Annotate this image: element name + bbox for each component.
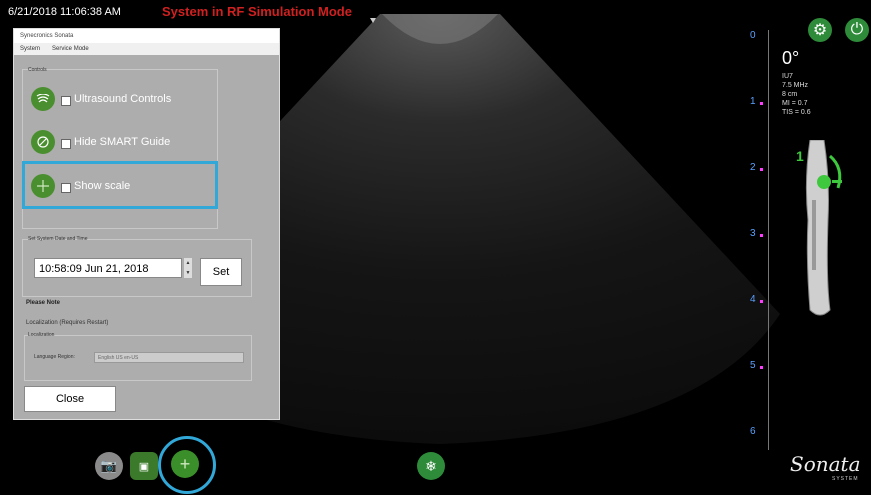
localization-note: Localization (Requires Restart): [26, 320, 109, 326]
localization-group-title: Localization: [28, 332, 55, 338]
depth-label: 4: [750, 294, 756, 305]
please-note-title: Please Note: [26, 300, 61, 306]
dialog-menubar: System Service Mode: [14, 43, 279, 55]
param-line: MI = 0.7: [782, 100, 808, 107]
ultrasound-controls-checkbox[interactable]: [61, 96, 71, 106]
probe-angle: 0°: [782, 48, 800, 68]
set-button[interactable]: Set: [200, 258, 242, 286]
depth-scale-axis: [768, 30, 769, 450]
gear-icon: ⚙: [812, 22, 828, 39]
depth-marker: [760, 102, 763, 105]
scale-icon: [31, 174, 55, 198]
datetime-field[interactable]: 10:58:09 Jun 21, 2018: [34, 258, 182, 278]
power-icon: ⏻: [850, 21, 864, 38]
show-scale-checkbox[interactable]: [61, 183, 71, 193]
gallery-button[interactable]: ▣: [130, 452, 158, 480]
close-button[interactable]: Close: [24, 386, 116, 412]
depth-label: 0: [750, 30, 756, 41]
language-label: Language Region:: [34, 354, 75, 360]
camera-icon: 📷: [100, 458, 118, 473]
ultrasound-controls-label: Ultrasound Controls: [74, 93, 172, 105]
settings-dialog: Synecronics Sonata System Service Mode Co…: [13, 28, 280, 420]
param-line: 8 cm: [782, 91, 798, 98]
scale-button[interactable]: +: [171, 450, 199, 478]
settings-button[interactable]: ⚙: [808, 18, 832, 42]
sonata-logo: Sonata: [790, 452, 861, 476]
depth-label: 2: [750, 162, 756, 173]
hide-smart-guide-checkbox[interactable]: [61, 139, 71, 149]
imaging-parameters: IU7 7.5 MHz 8 cm MI = 0.7 TIS = 0.6: [782, 72, 811, 117]
depth-label: 3: [750, 228, 756, 239]
depth-marker: [760, 168, 763, 171]
depth-label: 1: [750, 96, 756, 107]
depth-marker: [760, 300, 763, 303]
menu-system[interactable]: System: [20, 46, 40, 52]
plus-icon: +: [179, 453, 191, 474]
logo-subtitle: SYSTEM: [832, 476, 859, 482]
smart-guide-icon: [31, 130, 55, 154]
param-line: 7.5 MHz: [782, 82, 809, 89]
datetime-group-title: Set System Date and Time: [28, 236, 88, 242]
freeze-button[interactable]: ❄: [417, 452, 445, 480]
depth-label: 5: [750, 360, 756, 371]
ultrasound-icon: [31, 87, 55, 111]
param-line: TIS = 0.6: [782, 109, 811, 116]
probe-illustration: [805, 140, 842, 316]
language-select[interactable]: English US en-US: [94, 352, 244, 363]
menu-service-mode[interactable]: Service Mode: [52, 46, 89, 52]
depth-marker: [760, 366, 763, 369]
show-scale-label: Show scale: [74, 180, 131, 192]
dialog-title: Synecronics Sonata: [14, 29, 279, 43]
snapshot-button[interactable]: 📷: [95, 452, 123, 480]
controls-group-title: Controls: [28, 67, 47, 73]
power-button[interactable]: ⏻: [845, 18, 869, 42]
depth-marker: [760, 234, 763, 237]
image-icon: ▣: [138, 460, 150, 473]
depth-label: 6: [750, 426, 756, 437]
hide-smart-guide-label: Hide SMART Guide: [74, 136, 171, 148]
param-line: IU7: [782, 73, 793, 80]
datetime-spinner[interactable]: ▲ ▼: [184, 258, 192, 278]
snowflake-icon: ❄: [425, 457, 437, 474]
